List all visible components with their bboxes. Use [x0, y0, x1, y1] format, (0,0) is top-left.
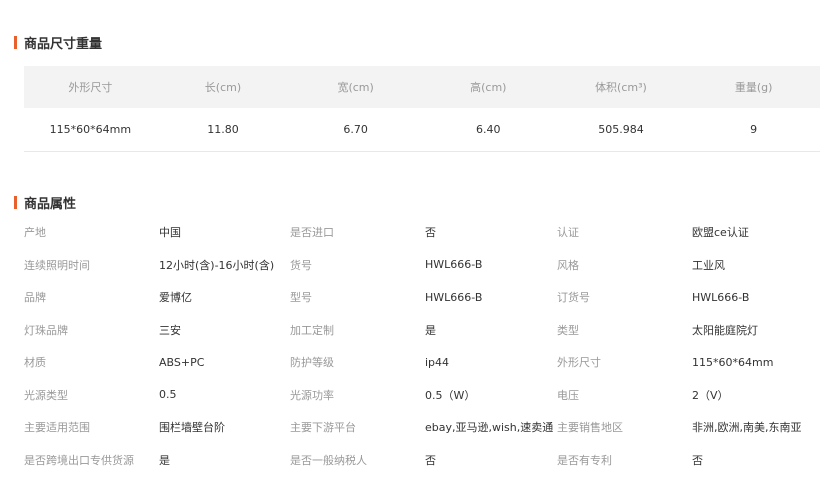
cell-length: 11.80	[156, 108, 290, 152]
attr-value: 欧盟ce认证	[692, 226, 749, 240]
attr-label: 主要下游平台	[290, 421, 356, 435]
attr-value: 是	[159, 453, 170, 467]
attr-label: 防护等级	[290, 356, 334, 370]
attr-label: 订货号	[557, 291, 590, 305]
attr-label: 类型	[557, 323, 579, 337]
attr-label: 连续照明时间	[24, 258, 90, 272]
attribute-row: 品牌 爱博亿 型号 HWL666-B 订货号 HWL666-B	[24, 281, 820, 314]
attr-value: ip44	[425, 355, 450, 369]
attr-label: 是否有专利	[557, 453, 612, 467]
table-header-row: 外形尺寸 长(cm) 宽(cm) 高(cm) 体积(cm³) 重量(g)	[24, 66, 820, 108]
attr-label: 主要适用范围	[24, 421, 90, 435]
attr-value: 否	[425, 226, 436, 240]
attr-value: 0.5	[159, 388, 177, 402]
header-volume: 体积(cm³)	[554, 66, 688, 108]
attr-label: 是否一般纳税人	[290, 453, 367, 467]
attr-label: 货号	[290, 258, 312, 272]
attr-value: 围栏墙壁台阶	[159, 421, 225, 435]
size-section-title-text: 商品尺寸重量	[24, 36, 103, 52]
attribute-list: 产地 中国 是否进口 否 认证 欧盟ce认证 连续照明时间 12小时(含)-16…	[24, 216, 820, 476]
attribute-row: 主要适用范围 围栏墙壁台阶 主要下游平台 ebay,亚马逊,wish,速卖通 主…	[24, 411, 820, 444]
attr-label: 电压	[557, 388, 579, 402]
attr-value: 0.5（W）	[425, 388, 476, 402]
attribute-row: 产地 中国 是否进口 否 认证 欧盟ce认证	[24, 216, 820, 249]
attr-value: 工业风	[692, 258, 725, 272]
attr-label: 外形尺寸	[557, 356, 601, 370]
size-weight-table: 外形尺寸 长(cm) 宽(cm) 高(cm) 体积(cm³) 重量(g) 115…	[24, 66, 820, 152]
attr-label: 风格	[557, 258, 579, 272]
header-length: 长(cm)	[156, 66, 290, 108]
section-accent-bar	[14, 195, 17, 209]
attr-label: 光源功率	[290, 388, 334, 402]
attribute-row: 是否跨境出口专供货源 是 是否一般纳税人 否 是否有专利 否	[24, 444, 820, 477]
header-dimensions: 外形尺寸	[24, 66, 157, 108]
attribute-row: 光源类型 0.5 光源功率 0.5（W） 电压 2（V）	[24, 379, 820, 412]
table-row: 115*60*64mm 11.80 6.70 6.40 505.984 9	[24, 108, 820, 152]
attr-value: 12小时(含)-16小时(含)	[159, 258, 275, 272]
cell-width: 6.70	[289, 108, 422, 152]
attr-label: 型号	[290, 291, 312, 305]
attr-value: 非洲,欧洲,南美,东南亚	[692, 421, 802, 435]
attr-label: 光源类型	[24, 388, 68, 402]
attr-label: 是否跨境出口专供货源	[24, 453, 134, 467]
attr-label: 是否进口	[290, 226, 334, 240]
attr-value: 太阳能庭院灯	[692, 323, 758, 337]
attr-value: ebay,亚马逊,wish,速卖通	[425, 421, 554, 435]
attr-label: 主要销售地区	[557, 421, 623, 435]
attribute-row: 灯珠品牌 三安 加工定制 是 类型 太阳能庭院灯	[24, 314, 820, 347]
attr-value: 爱博亿	[159, 291, 192, 305]
attr-value: 115*60*64mm	[692, 355, 774, 369]
attribute-row: 连续照明时间 12小时(含)-16小时(含) 货号 HWL666-B 风格 工业…	[24, 249, 820, 282]
attr-value: 中国	[159, 226, 181, 240]
attr-value: HWL666-B	[425, 258, 483, 272]
attr-label: 材质	[24, 356, 46, 370]
cell-height: 6.40	[421, 108, 555, 152]
attribute-row: 材质 ABS+PC 防护等级 ip44 外形尺寸 115*60*64mm	[24, 346, 820, 379]
attr-value: 三安	[159, 323, 181, 337]
attr-label: 认证	[557, 226, 579, 240]
attr-value: 是	[425, 323, 436, 337]
attr-label: 灯珠品牌	[24, 323, 68, 337]
cell-dimensions: 115*60*64mm	[24, 108, 157, 152]
cell-weight: 9	[687, 108, 820, 152]
attr-section-title-text: 商品属性	[24, 196, 77, 212]
header-height: 高(cm)	[421, 66, 555, 108]
attr-value: ABS+PC	[159, 355, 205, 369]
size-section-title: 商品尺寸重量	[14, 34, 103, 52]
cell-volume: 505.984	[554, 108, 688, 152]
attr-value: 2（V）	[692, 388, 729, 402]
attr-section-title: 商品属性	[14, 194, 77, 212]
attr-label: 品牌	[24, 291, 46, 305]
attr-value: HWL666-B	[425, 290, 483, 304]
attr-label: 加工定制	[290, 323, 334, 337]
attr-value: 否	[692, 453, 703, 467]
section-accent-bar	[14, 35, 17, 49]
attr-value: 否	[425, 453, 436, 467]
header-width: 宽(cm)	[289, 66, 422, 108]
header-weight: 重量(g)	[687, 66, 820, 108]
attr-label: 产地	[24, 226, 46, 240]
attr-value: HWL666-B	[692, 290, 750, 304]
